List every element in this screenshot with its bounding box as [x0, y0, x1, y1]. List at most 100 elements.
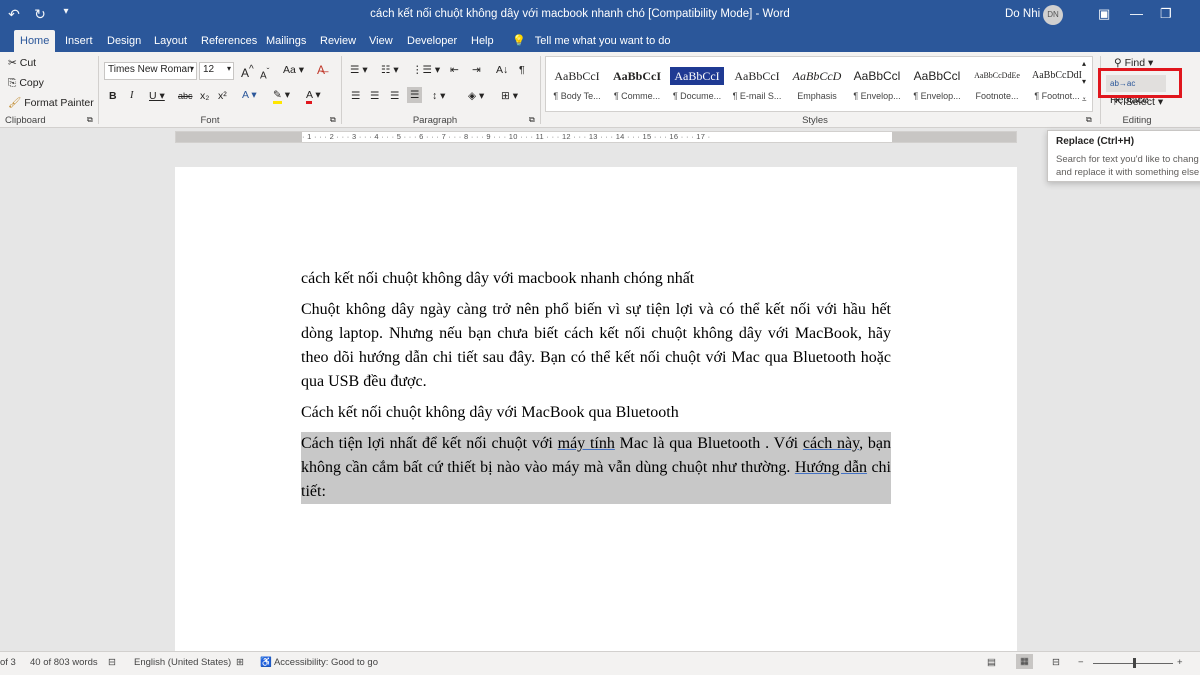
scroll-down-icon[interactable]: ▾	[1082, 77, 1086, 86]
justify-button[interactable]: ☰	[407, 87, 423, 103]
tab-design[interactable]: Design	[101, 30, 147, 52]
multilevel-list-button[interactable]: ⋮☰ ▾	[412, 64, 440, 76]
tab-help[interactable]: Help	[465, 30, 500, 52]
line-spacing-button[interactable]: ↕ ▾	[432, 90, 445, 102]
style-emphasis[interactable]: AaBbCcD Emphasis	[788, 57, 846, 111]
macro-icon[interactable]: ⊞	[236, 657, 244, 668]
tab-developer[interactable]: Developer	[401, 30, 463, 52]
document-page[interactable]: cách kết nối chuột không dây với macbook…	[175, 167, 1017, 657]
style-email-signature[interactable]: AaBbCcI ¶ E-mail S...	[728, 57, 786, 111]
style-comment[interactable]: AaBbCcI ¶ Comme...	[608, 57, 666, 111]
font-size-dropdown[interactable]: 12 ▾	[199, 62, 234, 80]
intro-paragraph[interactable]: Chuột không dây ngày càng trở nên phổ bi…	[301, 298, 891, 394]
superscript-button[interactable]: x²	[218, 90, 227, 102]
styles-launcher-icon[interactable]: ⧉	[1086, 115, 1092, 125]
style-label: ¶ Footnot...	[1034, 91, 1080, 101]
ribbon-display-icon[interactable]: ▣	[1098, 6, 1110, 22]
numbering-button[interactable]: ☷ ▾	[381, 64, 399, 76]
horizontal-ruler[interactable]: · 1 · · · 2 · · · 3 · · · 4 · · · 5 · · …	[175, 131, 1017, 143]
shading-button[interactable]: ◈ ▾	[468, 90, 484, 102]
borders-button[interactable]: ⊞ ▾	[501, 90, 518, 102]
underline-button[interactable]: U ▾	[149, 90, 165, 102]
zoom-out-icon[interactable]: −	[1078, 657, 1084, 668]
font-name-value: Times New Roman	[108, 64, 193, 75]
paragraph-launcher-icon[interactable]: ⧉	[529, 115, 535, 125]
tab-review[interactable]: Review	[314, 30, 362, 52]
more-styles-icon[interactable]: ⩡	[1082, 95, 1087, 105]
align-left-button[interactable]: ☰	[351, 90, 360, 102]
avatar[interactable]: DN	[1043, 5, 1063, 25]
styles-gallery: AaBbCcI ¶ Body Te... AaBbCcI ¶ Comme... Aa…	[545, 56, 1093, 112]
align-right-button[interactable]: ☰	[390, 90, 399, 102]
zoom-slider-thumb[interactable]	[1133, 658, 1136, 668]
font-launcher-icon[interactable]: ⧉	[330, 115, 336, 125]
quick-access-toolbar: ↶ ↻ ▾	[6, 6, 74, 23]
editing-group-label: Editing	[1122, 115, 1152, 126]
tab-mailings[interactable]: Mailings	[260, 30, 312, 52]
show-marks-button[interactable]: ¶	[519, 64, 525, 76]
print-layout-icon[interactable]: ▦	[1016, 654, 1033, 669]
style-envelope-return[interactable]: AaBbCcl ¶ Envelop...	[908, 57, 966, 111]
proofing-icon[interactable]: ⊟	[108, 657, 116, 668]
undo-icon[interactable]: ↶	[6, 6, 22, 23]
subscript-button[interactable]: x₂	[200, 90, 209, 102]
bullets-button[interactable]: ☰ ▾	[350, 64, 368, 76]
copy-button[interactable]: ⎘ Copy	[8, 77, 44, 90]
grow-font-button[interactable]: A^	[241, 64, 254, 80]
style-envelope-address[interactable]: AaBbCcl ¶ Envelop...	[848, 57, 906, 111]
increase-indent-button[interactable]: ⇥	[472, 64, 481, 76]
redo-icon[interactable]: ↻	[32, 6, 48, 23]
page-count[interactable]: of 3	[0, 657, 16, 668]
shrink-font-button[interactable]: Aˇ	[260, 66, 269, 81]
restore-icon[interactable]: ❐	[1160, 6, 1172, 22]
customize-qat-icon[interactable]: ▾	[58, 6, 74, 23]
align-center-button[interactable]: ☰	[370, 90, 379, 102]
sort-button[interactable]: A↓	[496, 64, 508, 76]
section-heading[interactable]: Cách kết nối chuột không dây với MacBook…	[301, 401, 891, 425]
tab-references[interactable]: References	[195, 30, 263, 52]
style-preview: AaBbCcI	[670, 67, 724, 85]
scroll-up-icon[interactable]: ▴	[1082, 59, 1086, 68]
tooltip-title: Replace (Ctrl+H)	[1056, 136, 1135, 147]
format-painter-button[interactable]: 🖌 Format Painter	[8, 96, 94, 109]
highlight-color-button[interactable]: ✎ ▾	[273, 89, 290, 104]
clipboard-group-label: Clipboard	[5, 115, 46, 126]
change-case-button[interactable]: Aa ▾	[283, 64, 304, 76]
accessibility-status[interactable]: ♿ Accessibility: Good to go	[260, 657, 378, 668]
document-body[interactable]: cách kết nối chuột không dây với macbook…	[301, 267, 891, 511]
clipboard-launcher-icon[interactable]: ⧉	[87, 115, 93, 125]
group-divider	[98, 56, 99, 124]
style-label: ¶ Body Te...	[553, 91, 601, 101]
language[interactable]: English (United States)	[134, 657, 231, 668]
style-document[interactable]: AaBbCcI ¶ Docume...	[668, 57, 726, 111]
replace-tooltip: Replace (Ctrl+H) Search for text you'd l…	[1047, 130, 1200, 182]
text-effects-button[interactable]: A ▾	[242, 89, 257, 101]
italic-button[interactable]: I	[130, 90, 134, 101]
word-count[interactable]: 40 of 803 words	[30, 657, 98, 668]
minimize-icon[interactable]: —	[1130, 6, 1143, 21]
tab-home[interactable]: Home	[14, 30, 56, 52]
selected-paragraph[interactable]: Cách tiện lợi nhất để kết nối chuột với …	[301, 432, 891, 504]
tab-view[interactable]: View	[363, 30, 399, 52]
document-title[interactable]: cách kết nối chuột không dây với macbook…	[301, 267, 891, 291]
tab-insert[interactable]: Insert	[59, 30, 99, 52]
font-name-dropdown[interactable]: Times New Roman ▾	[104, 62, 197, 80]
strikethrough-button[interactable]: abc	[178, 91, 193, 101]
cut-button[interactable]: ✂ Cut	[8, 57, 36, 69]
zoom-in-icon[interactable]: +	[1177, 657, 1183, 668]
decrease-indent-button[interactable]: ⇤	[450, 64, 459, 76]
user-name[interactable]: Do Nhi	[1005, 8, 1040, 20]
read-mode-icon[interactable]: ▤	[987, 657, 996, 668]
clear-formatting-icon[interactable]: A̶	[317, 63, 325, 77]
style-body-text[interactable]: AaBbCcI ¶ Body Te...	[548, 57, 606, 111]
font-color-button[interactable]: A ▾	[306, 89, 321, 104]
style-preview: AaBbCcl	[913, 69, 961, 83]
style-footnote-ref[interactable]: AaBbCcDdEe Footnote...	[968, 57, 1026, 111]
chevron-down-icon: ▾	[189, 64, 194, 73]
bold-button[interactable]: B	[109, 90, 117, 102]
style-label: ¶ E-mail S...	[732, 91, 782, 101]
style-footnote-text[interactable]: AaBbCcDdI ¶ Footnot...	[1028, 57, 1086, 111]
web-layout-icon[interactable]: ⊟	[1052, 657, 1060, 668]
tell-me-box[interactable]: 💡 Tell me what you want to do	[512, 30, 671, 52]
tab-layout[interactable]: Layout	[148, 30, 193, 52]
